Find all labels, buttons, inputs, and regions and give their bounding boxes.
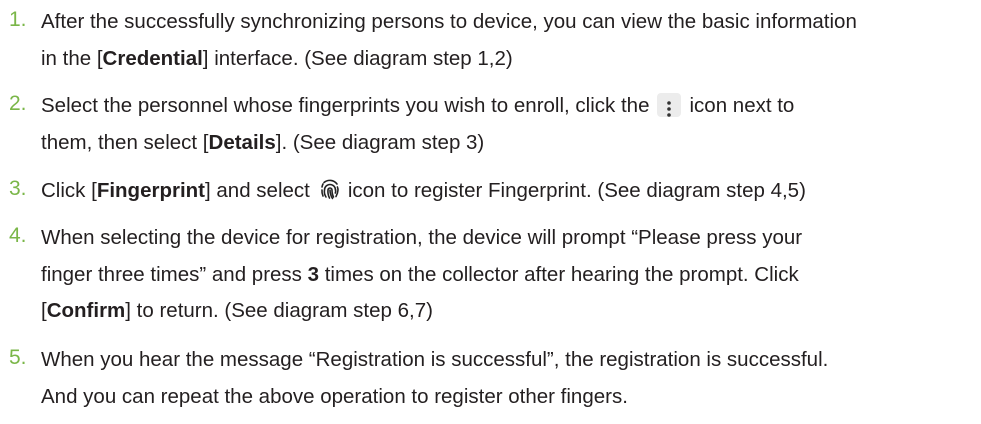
text-segment: Select the personnel whose fingerprints … [41,94,650,117]
ui-term-fingerprint: Fingerprint [96,179,205,202]
step-line: When selecting the device for registrati… [41,226,803,249]
step-line: After the successfully synchronizing per… [41,10,857,33]
text-segment: times on the collector after hearing the… [319,262,799,286]
step-text: After the successfully synchronizing per… [41,4,971,77]
text-segment: ] interface. (See diagram step 1,2) [202,46,513,70]
text-segment: ]. (See diagram step 3) [275,130,485,154]
text-segment: icon next to [689,94,795,117]
instruction-steps: 1. After the successfully synchronizing … [0,0,981,424]
step-line: in the [Credential] interface. (See diag… [41,41,971,78]
step-line: And you can repeat the above operation t… [41,384,628,408]
step-line: Click [Fingerprint] and select icon to re… [41,173,971,214]
text-segment: ] and select [205,179,310,202]
step-text: Select the personnel whose fingerprints … [41,88,971,161]
step-number: 4. [9,224,27,247]
step-text: When selecting the device for registrati… [41,220,971,330]
more-vertical-icon [657,93,682,117]
text-segment: ] to return. (See diagram step 6,7) [125,299,433,322]
text-segment: icon to register Fingerprint. (See diagr… [347,179,806,202]
text-segment: Click [ [41,179,97,202]
step-number: 5. [9,346,27,369]
step-line: them, then select [Details]. (See diagra… [41,125,971,162]
step-number: 1. [9,8,27,31]
step-text: Click [Fingerprint] and select icon to re… [41,173,971,214]
step-line: [Confirm] to return. (See diagram step 6… [41,293,971,330]
text-segment: in the [ [41,46,103,70]
step-text: When you hear the message “Registration … [41,342,971,415]
ui-term-credential: Credential [102,46,203,70]
text-segment: them, then select [ [41,130,209,154]
step-line: Select the personnel whose fingerprints … [41,88,971,125]
ui-term-confirm: Confirm [46,299,126,322]
ui-term-details: Details [208,130,276,154]
text-segment: finger three times” and press [41,262,308,286]
fingerprint-icon [318,177,342,214]
step-number: 3. [9,177,27,200]
step-line: When you hear the message “Registration … [41,348,829,371]
press-count: 3 [307,262,320,286]
step-number: 2. [9,92,27,115]
step-line: finger three times” and press 3 times on… [41,257,971,294]
